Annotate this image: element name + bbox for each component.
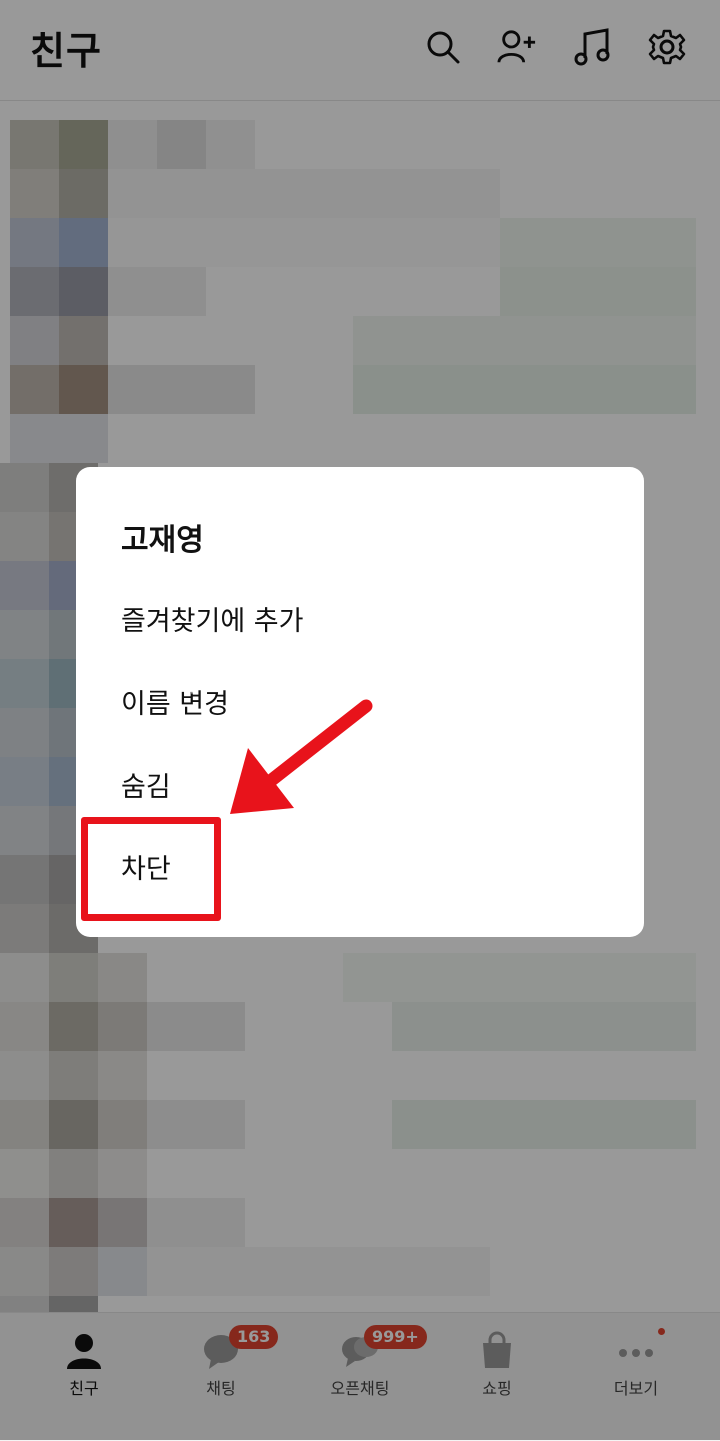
friend-name-title: 고재영 xyxy=(121,523,204,558)
highlight-box xyxy=(81,817,221,921)
red-arrow-icon xyxy=(230,699,373,814)
menu-item-hide[interactable]: 숨김 xyxy=(121,765,171,804)
menu-item-add-favorite[interactable]: 즐겨찾기에 추가 xyxy=(121,599,303,638)
